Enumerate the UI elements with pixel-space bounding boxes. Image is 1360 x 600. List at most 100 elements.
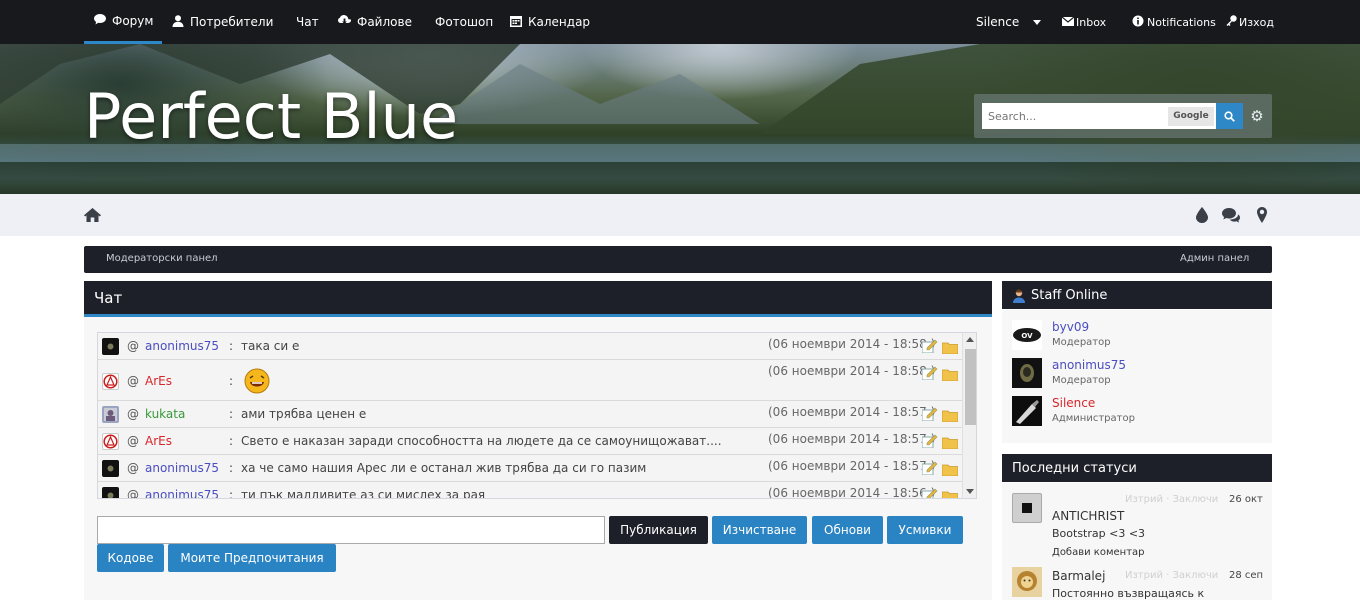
mention-at[interactable]: @	[127, 434, 139, 448]
staff-person-icon	[1013, 289, 1025, 303]
nav-chat-label: Чат	[296, 15, 319, 29]
nav-notifications-label: Notifications	[1147, 15, 1216, 29]
avatar[interactable]	[1012, 396, 1042, 426]
folder-icon[interactable]	[942, 368, 958, 381]
avatar[interactable]	[102, 406, 119, 423]
moderator-panel-link[interactable]: Модераторски панел	[106, 253, 218, 264]
nav-users[interactable]: Потребители	[172, 0, 273, 44]
nav-inbox[interactable]: Inbox	[1061, 0, 1107, 44]
avatar[interactable]	[102, 460, 119, 477]
staff-name[interactable]: anonimus75	[1052, 358, 1126, 372]
map-marker-icon[interactable]	[1253, 206, 1271, 224]
avatar[interactable]	[1012, 567, 1042, 597]
preferences-button[interactable]: Моите Предпочитания	[168, 544, 336, 572]
user-menu[interactable]: Silence	[976, 0, 1042, 44]
nav-users-label: Потребители	[190, 15, 274, 29]
top-navbar: Форум Потребители Чат Файлове Фотошоп Ка…	[0, 0, 1360, 44]
latest-statuses-header: Последни статуси	[1002, 454, 1272, 482]
scroll-down-arrow-icon[interactable]	[966, 489, 974, 494]
chat-title: Чат	[94, 289, 123, 307]
folder-icon[interactable]	[942, 341, 958, 354]
chat-message-input[interactable]	[97, 516, 605, 544]
avatar[interactable]	[1012, 493, 1042, 523]
home-icon[interactable]	[83, 206, 101, 224]
avatar[interactable]	[102, 338, 119, 355]
nav-notifications[interactable]: Notifications	[1132, 0, 1216, 44]
chat-username[interactable]: ArEs	[145, 374, 172, 388]
folder-icon[interactable]	[942, 490, 958, 499]
staff-online-header: Staff Online	[1002, 281, 1272, 309]
nav-files[interactable]: Файлове	[338, 0, 412, 44]
mention-at[interactable]: @	[127, 488, 139, 498]
gear-icon[interactable]: ⚙	[1248, 106, 1266, 126]
avatar[interactable]	[102, 487, 119, 498]
chat-username[interactable]: ArEs	[145, 434, 172, 448]
chat-header: Чат	[84, 281, 992, 317]
comments-icon[interactable]	[1222, 206, 1240, 224]
status-author[interactable]: ANTICHRIST	[1052, 509, 1124, 523]
folder-icon[interactable]	[942, 463, 958, 476]
admin-panel-link[interactable]: Админ панел	[1180, 253, 1249, 264]
mention-at[interactable]: @	[127, 374, 139, 388]
edit-icon[interactable]	[922, 434, 938, 448]
chat-username[interactable]: anonimus75	[145, 461, 219, 475]
folder-icon[interactable]	[942, 436, 958, 449]
nav-calendar[interactable]: Календар	[510, 0, 590, 44]
status-author[interactable]: Barmalej	[1052, 569, 1105, 583]
chat-messages[interactable]: @ anonimus75 : така си е (06 ноември 201…	[97, 332, 977, 499]
add-comment-link[interactable]: Добави коментар	[1052, 547, 1145, 558]
avatar[interactable]	[102, 373, 119, 390]
edit-icon[interactable]	[922, 488, 938, 499]
refresh-button[interactable]: Обнови	[812, 516, 883, 544]
edit-icon[interactable]	[922, 366, 938, 380]
mention-at[interactable]: @	[127, 461, 139, 475]
avatar[interactable]	[102, 433, 119, 450]
nav-logout[interactable]: Изход	[1226, 0, 1274, 44]
search-icon	[1224, 110, 1235, 122]
envelope-icon	[1061, 16, 1075, 29]
nav-chat[interactable]: Чат	[296, 0, 319, 44]
chat-username[interactable]: anonimus75	[145, 339, 219, 353]
edit-icon[interactable]	[922, 407, 938, 421]
chat-row: @ anonimus75 : така си е (06 ноември 201…	[98, 333, 962, 360]
nav-forum[interactable]: Форум	[84, 0, 162, 44]
chat-scrollbar[interactable]	[962, 333, 976, 498]
mention-at[interactable]: @	[127, 407, 139, 421]
staff-role: Администратор	[1052, 413, 1135, 424]
mention-at[interactable]: @	[127, 339, 139, 353]
nav-inbox-label: Inbox	[1076, 15, 1107, 29]
scroll-up-arrow-icon[interactable]	[966, 337, 974, 342]
chat-separator: :	[229, 488, 234, 499]
latest-statuses-panel: Изтрий · Заключи 26 окт ANTICHRIST Boots…	[1002, 483, 1272, 600]
key-icon	[1226, 15, 1237, 29]
chat-username[interactable]: anonimus75	[145, 488, 219, 498]
avatar[interactable]: OV	[1012, 320, 1042, 350]
nav-files-label: Файлове	[357, 15, 412, 29]
codes-button[interactable]: Кодове	[97, 544, 164, 572]
smilies-button[interactable]: Усмивки	[887, 516, 963, 544]
staff-role: Модератор	[1052, 337, 1111, 348]
svg-text:OV: OV	[1021, 332, 1033, 340]
edit-icon[interactable]	[922, 339, 938, 353]
edit-icon[interactable]	[922, 461, 938, 475]
clear-button[interactable]: Изчистване	[712, 516, 807, 544]
staff-name[interactable]: byv09	[1052, 320, 1089, 334]
chat-panel: Чат @ anonimus75 : така си е (06 ноември…	[84, 281, 992, 600]
scroll-thumb[interactable]	[965, 349, 976, 425]
status-actions[interactable]: Изтрий · Заключи	[1125, 494, 1218, 505]
status-actions[interactable]: Изтрий · Заключи	[1125, 570, 1218, 581]
nav-photoshop[interactable]: Фотошоп	[435, 0, 493, 44]
latest-statuses-title: Последни статуси	[1012, 461, 1137, 476]
folder-icon[interactable]	[942, 409, 958, 422]
staff-role: Модератор	[1052, 375, 1111, 386]
chat-timestamp: (06 ноември 2014 - 18:57 )	[768, 432, 936, 446]
avatar[interactable]	[1012, 358, 1042, 388]
search-button[interactable]	[1216, 103, 1243, 129]
chat-row: @ ArEs : (06 ноември 2014 - 18:58 )	[98, 360, 962, 401]
staff-name[interactable]: Silence	[1052, 396, 1095, 410]
drop-icon[interactable]	[1193, 206, 1211, 224]
chat-username[interactable]: kukata	[145, 407, 185, 421]
chat-row: @ ArEs : Свето е наказан заради способно…	[98, 428, 962, 455]
publish-button[interactable]: Публикация	[609, 516, 708, 544]
chat-row: @ anonimus75 : ти пък малдивите аз си ми…	[98, 482, 962, 499]
